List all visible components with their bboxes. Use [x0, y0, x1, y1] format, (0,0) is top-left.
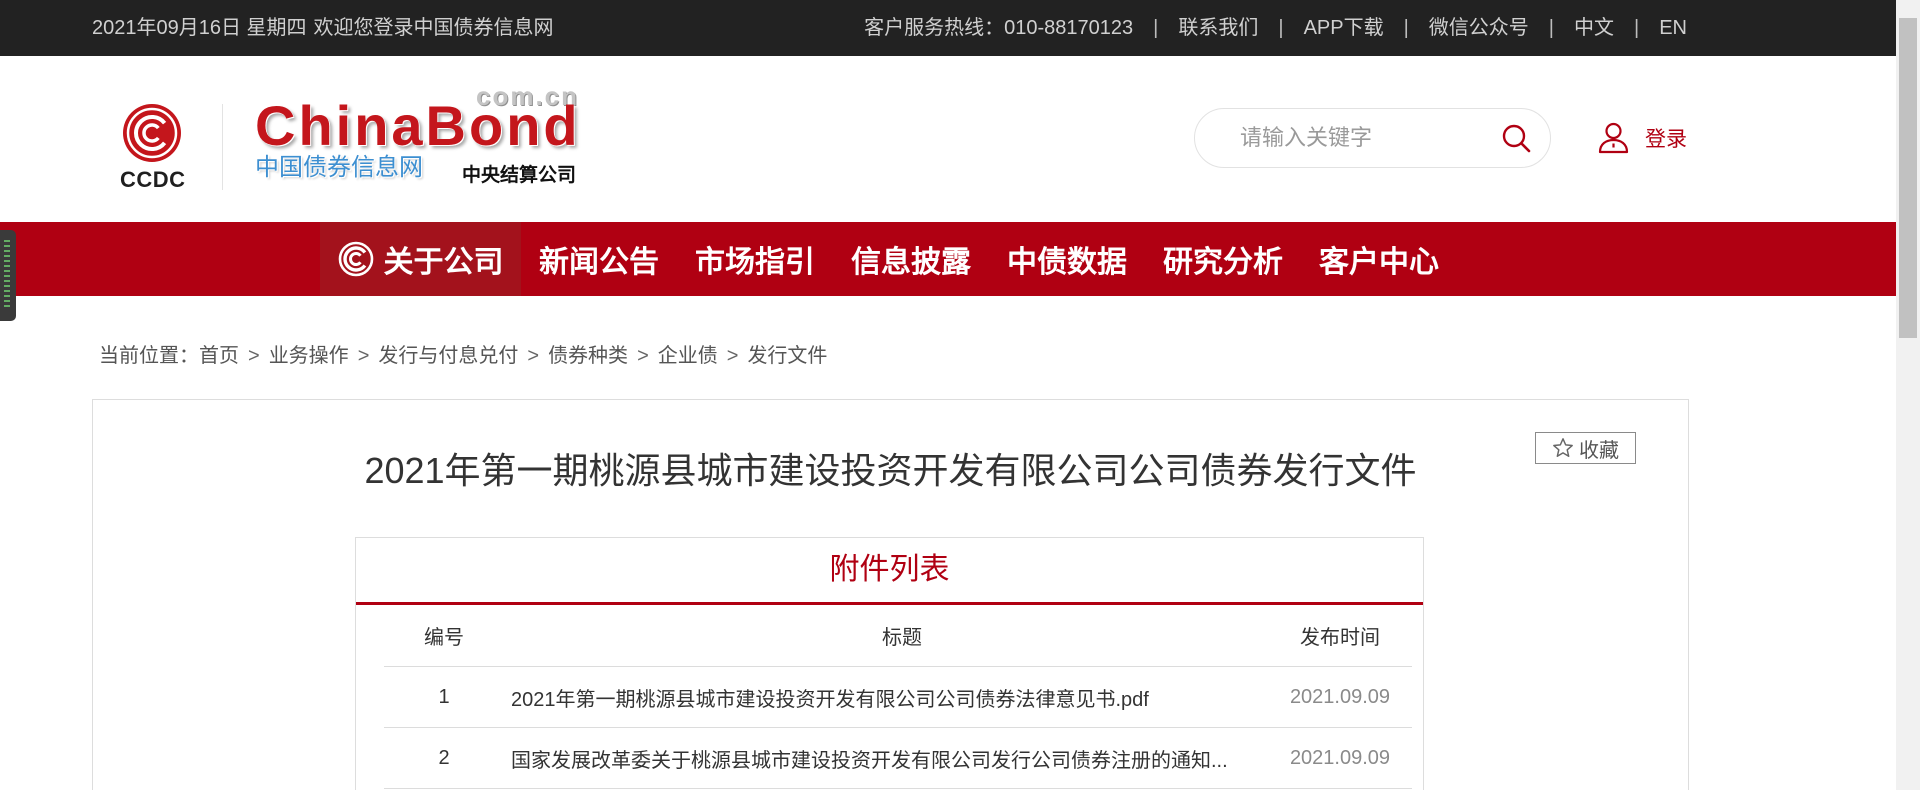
main-nav-items: 关于公司 新闻公告 市场指引 信息披露 中债数据 研究分析 客户中心 [320, 222, 1457, 296]
welcome-text: 欢迎您登录中国债券信息网 [313, 17, 554, 39]
top-bar: 2021年09月16日 星期四 欢迎您登录中国债券信息网 客户服务热线： 010-… [0, 0, 1896, 56]
search-box [1194, 108, 1551, 168]
attachment-table: 编号 标题 发布时间 1 2021年第一期桃源县城市建设投资开发有限公司公司债券… [384, 605, 1412, 789]
nav-item-label: 新闻公告 [539, 246, 659, 279]
chinabond-logo[interactable]: com.cn ChinaBond 中国债券信息网 中央结算公司 [255, 83, 595, 202]
breadcrumb: 当前位置：首页 > 业务操作 > 发行与付息兑付 > 债券种类 > 企业债 > 发行文件 [99, 344, 827, 368]
ccdc-logo-icon [123, 104, 181, 162]
current-date: 2021年09月16日 星期四 [92, 17, 307, 39]
login-label: 登录 [1645, 128, 1687, 151]
breadcrumb-item-operations[interactable]: 业务操作 [269, 345, 349, 367]
attachment-list: 附件列表 编号 标题 发布时间 1 2021年第一期桃源县城市建设投资开发有限公… [355, 537, 1424, 790]
nav-item-label: 关于公司 [383, 246, 504, 279]
breadcrumb-separator: > [248, 345, 260, 367]
breadcrumb-separator: > [637, 345, 649, 367]
top-link-separator: | [1278, 17, 1284, 39]
top-links: 客户服务热线： 010-88170123 | 联系我们 | APP下载 | 微信… [864, 0, 1687, 56]
nav-item-customer-center[interactable]: 客户中心 [1301, 222, 1457, 296]
welcome-area: 2021年09月16日 星期四 欢迎您登录中国债券信息网 [92, 0, 554, 56]
nav-item-data[interactable]: 中债数据 [989, 222, 1145, 296]
column-header-date: 发布时间 [1300, 627, 1380, 649]
breadcrumb-item-issuance-payment[interactable]: 发行与付息兑付 [378, 345, 518, 367]
row-number: 2 [438, 746, 450, 769]
user-icon [1598, 122, 1629, 154]
top-link-separator: | [1153, 17, 1159, 39]
breadcrumb-separator: > [726, 345, 739, 367]
breadcrumb-prefix: 当前位置： [99, 345, 199, 367]
logo-divider [222, 104, 223, 190]
favorite-label: 收藏 [1579, 439, 1619, 462]
ccdc-wordmark: CCDC [120, 167, 186, 192]
attachment-link[interactable]: 国家发展改革委关于桃源县城市建设投资开发有限公司发行公司债券注册的通知... [511, 750, 1228, 772]
table-header-row: 编号 标题 发布时间 [384, 605, 1412, 667]
row-title-cell: 国家发展改革委关于桃源县城市建设投资开发有限公司发行公司债券注册的通知... [504, 744, 1268, 773]
attachment-list-heading: 附件列表 [356, 538, 1423, 605]
language-chinese-link[interactable]: 中文 [1574, 0, 1614, 56]
top-link-separator: | [1634, 17, 1640, 39]
login-link[interactable]: 登录 [1598, 122, 1693, 156]
star-icon [1553, 438, 1573, 457]
nav-item-label: 市场指引 [695, 246, 815, 279]
breadcrumb-item-home[interactable]: 首页 [199, 345, 239, 367]
favorite-button[interactable]: 收藏 [1535, 432, 1636, 464]
app-download-link[interactable]: APP下载 [1304, 0, 1384, 56]
column-header-number: 编号 [424, 627, 464, 649]
nav-item-label: 研究分析 [1163, 246, 1283, 279]
search-input[interactable] [1240, 109, 1490, 167]
breadcrumb-item-issuance-documents[interactable]: 发行文件 [747, 345, 827, 367]
nav-item-label: 中债数据 [1007, 246, 1127, 279]
logo-company-name: 中央结算公司 [462, 164, 577, 186]
row-title-cell: 2021年第一期桃源县城市建设投资开发有限公司公司债券法律意见书.pdf [504, 683, 1268, 712]
top-link-separator: | [1548, 17, 1554, 39]
nav-item-news[interactable]: 新闻公告 [521, 222, 677, 296]
breadcrumb-item-enterprise-bond[interactable]: 企业债 [658, 345, 718, 367]
row-date: 2021.09.09 [1289, 746, 1391, 769]
hotline-label: 客户服务热线： [864, 17, 1005, 39]
row-number: 1 [438, 685, 450, 708]
nav-item-market-guide[interactable]: 市场指引 [677, 222, 833, 296]
page-scrollbar[interactable] [1896, 0, 1920, 790]
breadcrumb-separator: > [357, 345, 370, 367]
main-nav: 关于公司 新闻公告 市场指引 信息披露 中债数据 研究分析 客户中心 [0, 222, 1896, 296]
side-floating-widget[interactable] [0, 230, 16, 321]
logo-site-name: 中国债券信息网 [255, 154, 423, 181]
content-panel: 2021年第一期桃源县城市建设投资开发有限公司公司债券发行文件 收藏 附件列表 … [92, 399, 1689, 790]
nav-item-label: 信息披露 [851, 246, 971, 279]
search-icon[interactable] [1501, 123, 1531, 153]
contact-us-link[interactable]: 联系我们 [1178, 0, 1258, 56]
wechat-account-link[interactable]: 微信公众号 [1429, 0, 1529, 56]
site-header: CCDC com.cn ChinaBond 中国债券信息网 中央结算公司 登录 [0, 56, 1896, 222]
ccdc-mark-icon [338, 241, 373, 277]
logo-brand-wordmark: ChinaBond [255, 94, 581, 157]
scrollbar-thumb[interactable] [1899, 18, 1917, 338]
nav-item-disclosure[interactable]: 信息披露 [833, 222, 989, 296]
breadcrumb-separator: > [527, 345, 540, 367]
column-header-title: 标题 [882, 627, 922, 649]
breadcrumb-item-bond-types[interactable]: 债券种类 [548, 345, 628, 367]
top-link-separator: | [1403, 17, 1409, 39]
hotline-number: 010-88170123 [1004, 17, 1134, 39]
language-english-link[interactable]: EN [1659, 0, 1687, 56]
attachment-link[interactable]: 2021年第一期桃源县城市建设投资开发有限公司公司债券法律意见书.pdf [511, 689, 1149, 711]
table-row: 1 2021年第一期桃源县城市建设投资开发有限公司公司债券法律意见书.pdf 2… [384, 667, 1412, 728]
nav-item-label: 客户中心 [1319, 246, 1439, 279]
nav-item-research[interactable]: 研究分析 [1145, 222, 1301, 296]
level-bars-icon [4, 240, 10, 310]
table-row: 2 国家发展改革委关于桃源县城市建设投资开发有限公司发行公司债券注册的通知...… [384, 728, 1412, 789]
ccdc-logo[interactable]: CCDC [119, 103, 189, 195]
page-title: 2021年第一期桃源县城市建设投资开发有限公司公司债券发行文件 [364, 450, 1417, 491]
row-date: 2021.09.09 [1289, 685, 1391, 708]
nav-item-about-company[interactable]: 关于公司 [320, 222, 521, 296]
